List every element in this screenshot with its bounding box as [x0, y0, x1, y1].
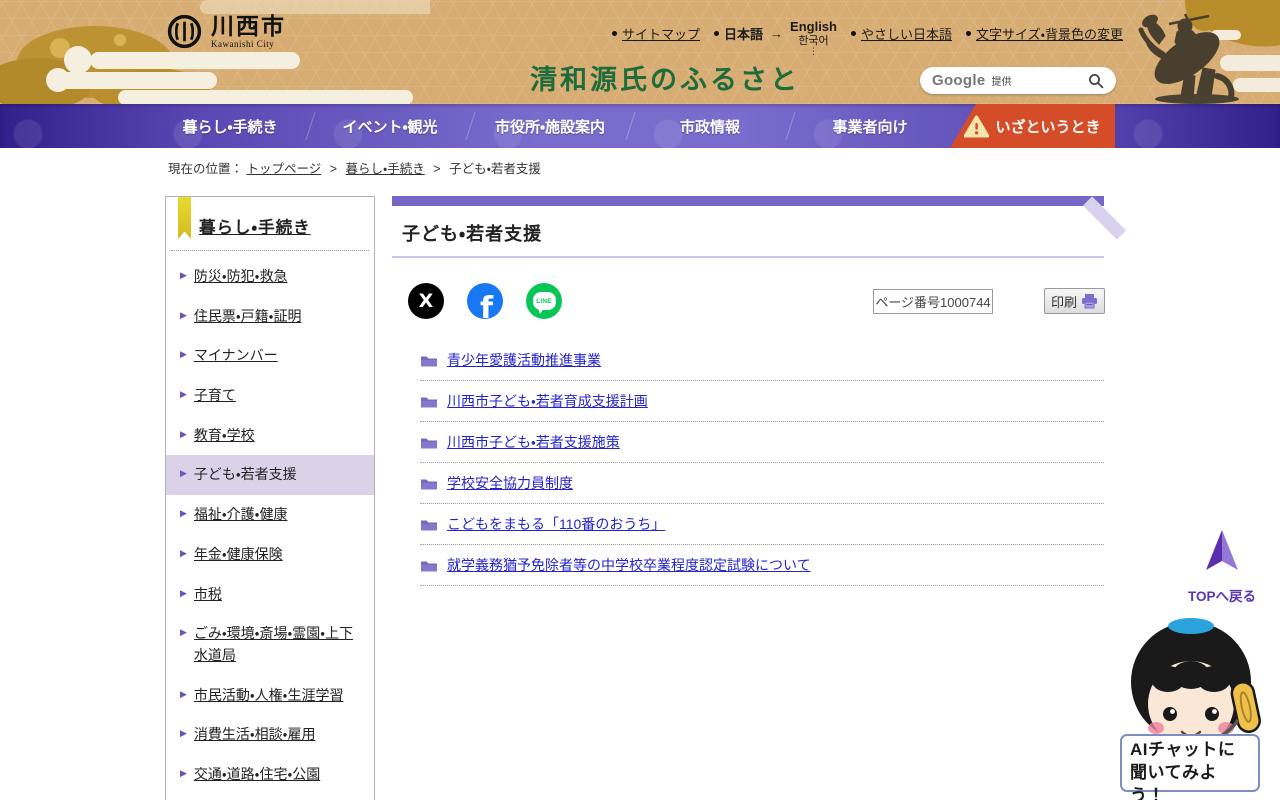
print-button[interactable]: 印刷	[1044, 288, 1105, 314]
back-to-top-button[interactable]: TOPへ戻る	[1182, 528, 1262, 605]
warning-icon	[964, 114, 990, 138]
utility-links: サイトマップ 日本語 → English 한국어 ⋮ やさしい日本語 文字サイズ…	[612, 16, 1123, 55]
bullet	[966, 30, 971, 36]
breadcrumb-home[interactable]: トップページ	[247, 162, 322, 176]
sidebar-item-goiken[interactable]: ▶ご意見・お問い合わせ	[166, 795, 374, 800]
chevron-right-icon: ▶	[180, 767, 187, 778]
sidebar-item-shimin-katsudo[interactable]: ▶ 市民活動・人権・生涯学習	[166, 676, 374, 716]
chevron-right-icon: ▶	[180, 428, 187, 439]
sidebar-item-juminhyo[interactable]: ▶ 住民票・戸籍・証明	[166, 297, 374, 337]
nav-shisei-joho[interactable]: 市政情報	[630, 104, 790, 148]
content-link[interactable]: こどもをまもる「110番のおうち」	[447, 514, 665, 534]
search-input[interactable]: Google 提供	[920, 67, 1116, 94]
chevron-right-icon: ▶	[180, 349, 187, 360]
city-name-en: Kawanishi City	[211, 39, 275, 50]
list-item: こどもをまもる「110番のおうち」	[420, 504, 1104, 545]
accent-bar	[392, 196, 1104, 206]
breadcrumb: 現在の位置： トップページ > 暮らし・手続き > 子ども・若者支援	[168, 162, 541, 176]
accent-ribbon	[1082, 196, 1127, 240]
sidebar-item-kodomo-wakamono[interactable]: ▶ 子ども・若者支援	[166, 455, 374, 496]
chevron-right-icon: ▶	[180, 468, 187, 479]
search-icon[interactable]	[1088, 73, 1104, 89]
list-item: 青少年愛護活動推進事業	[420, 340, 1104, 381]
content-link[interactable]: 就学義務猶予免除者等の中学校卒業程度認定試験について	[447, 555, 811, 575]
folder-icon	[421, 561, 437, 572]
bullet	[612, 30, 617, 36]
page: 川西市 Kawanishi City サイトマップ 日本語 → English …	[0, 0, 1280, 800]
sidebar-item-kyoiku[interactable]: ▶ 教育・学校	[166, 416, 374, 456]
list-item: 学校安全協力員制度	[420, 463, 1104, 504]
sidebar-item-mynumber[interactable]: ▶ マイナンバー	[166, 336, 374, 376]
sidebar-item-shizei[interactable]: ▶ 市税	[166, 575, 374, 615]
folder-icon	[421, 356, 437, 367]
bullet	[714, 30, 720, 36]
nav-kurashi[interactable]: 暮らし・手続き	[150, 104, 310, 148]
chevron-right-icon: ▶	[180, 270, 187, 280]
folder-icon	[421, 438, 437, 449]
list-item: 川西市子ども・若者育成支援計画	[420, 381, 1104, 422]
arrow-right-icon: →	[770, 25, 784, 41]
breadcrumb-current: 子ども・若者支援	[449, 162, 541, 176]
content-link[interactable]: 青少年愛護活動推進事業	[447, 350, 601, 370]
sidebar-item-gomi[interactable]: ▶ ごみ・環境・斎場・霊園・上下水道局	[166, 614, 374, 675]
printer-icon	[1082, 294, 1097, 309]
language-switcher[interactable]: 日本語 → English 한국어 ⋮	[714, 16, 837, 55]
x-share-icon[interactable]: X	[408, 283, 444, 319]
city-name: 川西市	[211, 12, 286, 39]
nav-shiyakusho[interactable]: 市役所・施設案内	[470, 104, 630, 148]
link-sitemap[interactable]: サイトマップ	[612, 24, 700, 43]
folder-icon	[421, 479, 437, 490]
nav-jigyosha[interactable]: 事業者向け	[790, 104, 950, 148]
folder-icon	[421, 397, 437, 408]
chevron-right-icon: ▶	[180, 627, 187, 638]
chevron-right-icon: ▶	[180, 508, 187, 519]
chevron-right-icon: ▶	[180, 728, 187, 739]
sidebar-item-fukushi[interactable]: ▶ 福祉・介護・健康	[166, 495, 374, 535]
sidebar-kurashi-menu: 暮らし・手続き ▶ 防災・防犯・救急 ▶ 住民票・戸籍・証明 ▶ マイナンバー ▶ 子育…	[165, 196, 375, 800]
content-link[interactable]: 川西市子ども・若者育成支援計画	[447, 391, 648, 411]
facebook-share-icon[interactable]: f	[467, 283, 503, 319]
share-buttons: X f LINE	[408, 283, 562, 319]
chevron-right-icon: ▶	[180, 587, 187, 598]
list-item: 川西市子ども・若者支援施策	[420, 422, 1104, 463]
chevron-right-icon: ▶	[180, 688, 187, 699]
site-logo[interactable]: 川西市 Kawanishi City	[166, 13, 286, 50]
sidebar-title-link[interactable]: 暮らし・手続き	[199, 214, 362, 238]
samurai-statue-image	[1125, 0, 1280, 109]
sidebar-item-bosai[interactable]: ▶ 防災・防犯・救急	[166, 257, 374, 297]
site-tagline: 清和源氏のふるさと	[530, 65, 800, 96]
folder-icon	[421, 520, 437, 531]
content-link[interactable]: 川西市子ども・若者支援施策	[447, 432, 620, 452]
line-share-icon[interactable]: LINE	[526, 283, 562, 319]
chevron-right-icon: ▶	[180, 309, 187, 320]
global-nav: 暮らし・手続き イベント・観光 市役所・施設案内 市政情報 事業者向け いざとい…	[0, 104, 1280, 148]
chevron-right-icon: ▶	[180, 389, 187, 400]
sidebar-item-nenkin[interactable]: ▶ 年金・健康保険	[166, 535, 374, 575]
sidebar-item-kosodate[interactable]: ▶ 子育て	[166, 376, 374, 416]
content-link[interactable]: 学校安全協力員制度	[447, 473, 573, 493]
content-link-list: 青少年愛護活動推進事業 川西市子ども・若者育成支援計画 川西市子ども・若者支援施…	[420, 340, 1104, 586]
page-number-badge: ページ番号1000744	[873, 289, 993, 314]
list-item: 就学義務猶予免除者等の中学校卒業程度認定試験について	[420, 545, 1104, 586]
breadcrumb-section[interactable]: 暮らし・手続き	[346, 162, 425, 176]
more-languages-icon: ⋮	[809, 45, 818, 56]
sidebar-item-kotsu[interactable]: ▶ 交通・道路・住宅・公園	[166, 755, 374, 795]
ai-chat-mascot-button[interactable]: AIチャットに 聞いてみよう！	[1118, 616, 1264, 800]
nav-event-kanko[interactable]: イベント・観光	[310, 104, 470, 148]
page-title: 子ども・若者支援	[402, 224, 543, 244]
chevron-right-icon: ▶	[180, 547, 187, 558]
arrow-up-icon	[1206, 530, 1238, 570]
bookmark-ribbon-icon	[178, 197, 191, 239]
city-crest-icon	[167, 14, 202, 49]
bullet	[850, 30, 856, 36]
sidebar-item-shohi[interactable]: ▶ 消費生活・相談・雇用	[166, 715, 374, 755]
link-easy-japanese[interactable]: やさしい日本語	[850, 24, 952, 43]
divider	[392, 256, 1104, 258]
site-header: 川西市 Kawanishi City サイトマップ 日本語 → English …	[0, 0, 1280, 104]
chat-bubble[interactable]: AIチャットに 聞いてみよう！	[1120, 734, 1260, 800]
nav-emergency[interactable]: いざというとき	[950, 104, 1115, 148]
link-text-size-background[interactable]: 文字サイズ・背景色の変更	[966, 24, 1123, 43]
